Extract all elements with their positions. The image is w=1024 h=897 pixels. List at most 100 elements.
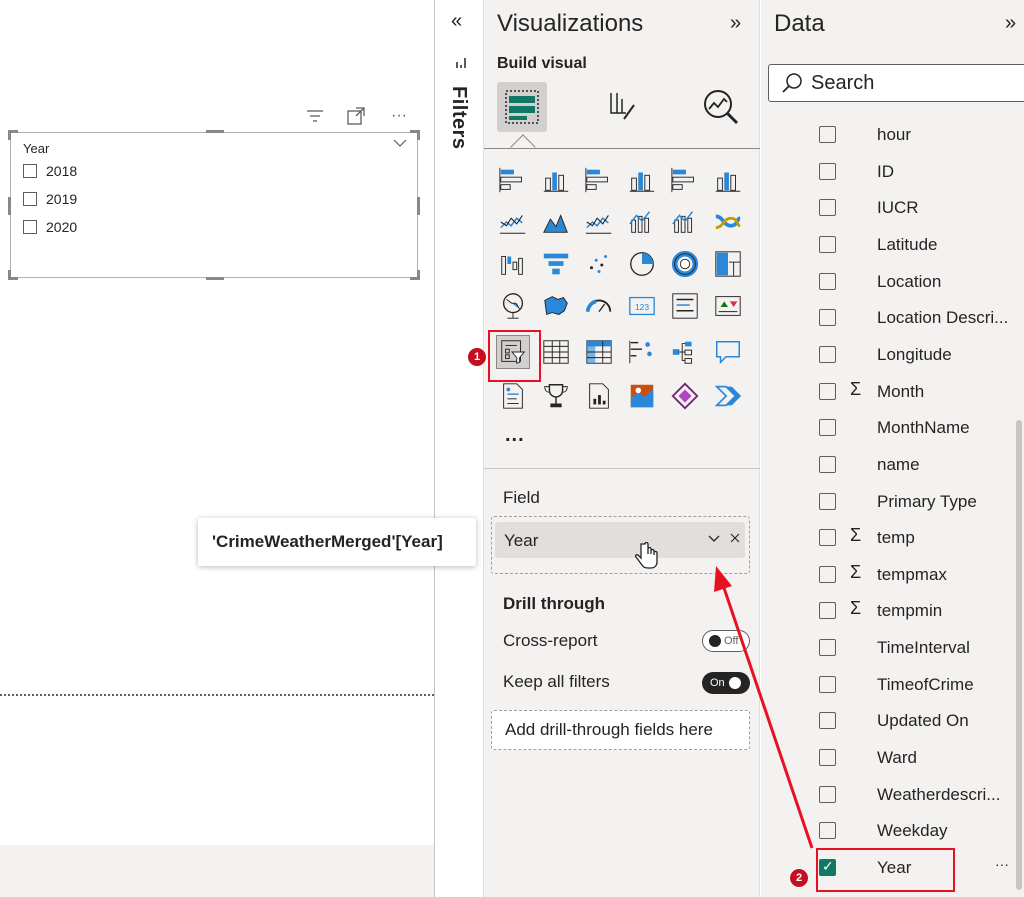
report-canvas[interactable]: ··· Year 2018 2019 2020 xyxy=(0,0,434,897)
smart-narrative-icon[interactable] xyxy=(497,380,529,412)
field-item[interactable]: IUCR xyxy=(761,193,1016,223)
slicer-item[interactable]: 2018 xyxy=(23,161,77,181)
cross-report-toggle[interactable]: Off xyxy=(702,630,750,652)
resize-handle[interactable] xyxy=(417,197,420,215)
field-chip-year[interactable]: Year xyxy=(495,522,745,558)
field-checkbox[interactable] xyxy=(819,785,836,803)
filled-map-icon[interactable] xyxy=(540,290,572,322)
field-item[interactable]: ID xyxy=(761,157,1016,187)
close-icon[interactable] xyxy=(730,530,740,546)
checkbox[interactable] xyxy=(23,192,37,206)
drill-through-drop-zone[interactable]: Add drill-through fields here xyxy=(491,710,750,750)
azure-map-icon[interactable] xyxy=(626,380,658,412)
100-stacked-bar-chart-icon[interactable] xyxy=(669,164,701,196)
field-checkbox[interactable] xyxy=(819,199,836,217)
checkbox[interactable] xyxy=(23,220,37,234)
line-and-clustered-column-chart-icon[interactable] xyxy=(669,206,701,238)
ribbon-chart-icon[interactable] xyxy=(712,206,744,238)
metrics-icon[interactable] xyxy=(540,380,572,412)
field-checkbox[interactable] xyxy=(819,749,836,767)
stacked-bar-chart-icon[interactable] xyxy=(497,164,529,196)
area-chart-icon[interactable] xyxy=(540,206,572,238)
field-item[interactable]: Σtempmax xyxy=(761,560,1016,590)
field-item[interactable]: Location xyxy=(761,267,1016,297)
format-visual-tab[interactable] xyxy=(595,82,645,132)
field-checkbox[interactable] xyxy=(819,822,836,840)
field-checkbox[interactable] xyxy=(819,309,836,327)
power-apps-icon[interactable] xyxy=(669,380,701,412)
field-item[interactable]: Σtempmin xyxy=(761,596,1016,626)
slicer-item[interactable]: 2019 xyxy=(23,189,77,209)
search-box[interactable] xyxy=(768,64,1024,102)
field-item[interactable]: Updated On xyxy=(761,706,1016,736)
filters-label[interactable]: Filters xyxy=(447,86,470,150)
line-and-stacked-column-chart-icon[interactable] xyxy=(626,206,658,238)
matrix-icon[interactable] xyxy=(583,336,615,368)
field-checkbox[interactable] xyxy=(819,565,836,583)
collapse-filters-button[interactable]: « xyxy=(451,10,462,33)
multi-row-card-icon[interactable] xyxy=(669,290,701,322)
field-checkbox[interactable] xyxy=(819,382,836,400)
resize-handle[interactable] xyxy=(417,270,420,280)
field-item[interactable]: Weatherdescri... xyxy=(761,780,1016,810)
field-checkbox[interactable] xyxy=(819,492,836,510)
search-input[interactable] xyxy=(811,69,1021,97)
more-options-icon[interactable]: ··· xyxy=(386,103,412,129)
paginated-report-icon[interactable] xyxy=(583,380,615,412)
chevron-down-icon[interactable] xyxy=(708,530,720,546)
line-chart-icon[interactable] xyxy=(497,206,529,238)
key-influencers-icon[interactable] xyxy=(626,336,658,368)
field-checkbox[interactable] xyxy=(819,712,836,730)
checkbox[interactable] xyxy=(23,164,37,178)
qa-icon[interactable] xyxy=(712,336,744,368)
more-visuals-button[interactable]: ... xyxy=(505,424,525,447)
field-item[interactable]: TimeInterval xyxy=(761,633,1016,663)
field-item[interactable]: Longitude xyxy=(761,340,1016,370)
field-item[interactable]: hour xyxy=(761,120,1016,150)
decomposition-tree-icon[interactable] xyxy=(669,336,701,368)
analytics-tab[interactable] xyxy=(696,82,746,132)
stacked-area-chart-icon[interactable] xyxy=(583,206,615,238)
field-item[interactable]: Σ Month xyxy=(761,377,1016,407)
year-slicer[interactable]: Year 2018 2019 2020 xyxy=(8,130,420,280)
map-icon[interactable] xyxy=(497,290,529,322)
field-item[interactable]: Location Descri... xyxy=(761,303,1016,333)
expand-visualizations-button[interactable]: » xyxy=(730,12,741,35)
field-checkbox[interactable] xyxy=(819,126,836,143)
more-options-icon[interactable]: ··· xyxy=(995,856,1009,872)
field-checkbox[interactable] xyxy=(819,162,836,180)
resize-handle[interactable] xyxy=(417,130,420,140)
slicer-item[interactable]: 2020 xyxy=(23,217,77,237)
card-icon[interactable]: 123 xyxy=(626,290,658,322)
resize-handle[interactable] xyxy=(8,270,11,280)
field-checkbox[interactable] xyxy=(819,345,836,363)
resize-handle[interactable] xyxy=(8,130,11,140)
field-item[interactable]: Primary Type xyxy=(761,487,1016,517)
waterfall-chart-icon[interactable] xyxy=(497,248,529,280)
build-visual-tab[interactable] xyxy=(497,82,547,132)
field-checkbox[interactable] xyxy=(819,602,836,620)
keep-all-filters-toggle[interactable]: On xyxy=(702,672,750,694)
chevron-down-icon[interactable] xyxy=(393,137,407,151)
field-item[interactable]: Ward xyxy=(761,743,1016,773)
resize-handle[interactable] xyxy=(8,197,11,215)
scatter-chart-icon[interactable] xyxy=(583,248,615,280)
field-item[interactable]: Weekday xyxy=(761,816,1016,846)
field-checkbox[interactable] xyxy=(819,529,836,547)
scrollbar[interactable] xyxy=(1016,420,1022,890)
100-stacked-column-chart-icon[interactable] xyxy=(712,164,744,196)
field-checkbox[interactable] xyxy=(819,675,836,693)
field-item[interactable]: TimeofCrime xyxy=(761,670,1016,700)
clustered-bar-chart-icon[interactable] xyxy=(583,164,615,196)
expand-data-button[interactable]: » xyxy=(1005,12,1016,35)
field-checkbox[interactable] xyxy=(819,455,836,473)
field-checkbox[interactable] xyxy=(819,272,836,290)
focus-mode-icon[interactable] xyxy=(343,103,369,129)
kpi-icon[interactable] xyxy=(712,290,744,322)
filters-pane-collapsed[interactable]: « Filters xyxy=(434,0,484,897)
treemap-icon[interactable] xyxy=(712,248,744,280)
resize-handle[interactable] xyxy=(206,277,224,280)
field-item[interactable]: Σtemp xyxy=(761,523,1016,553)
table-icon[interactable] xyxy=(540,336,572,368)
donut-chart-icon[interactable] xyxy=(669,248,701,280)
